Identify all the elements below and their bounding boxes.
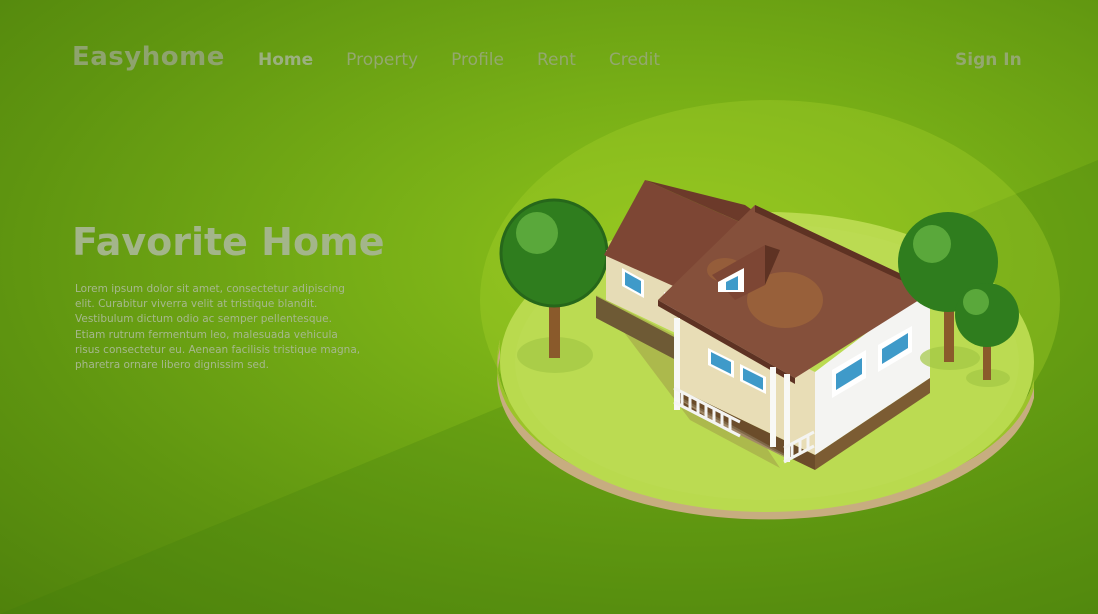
house-illustration bbox=[480, 100, 1060, 520]
